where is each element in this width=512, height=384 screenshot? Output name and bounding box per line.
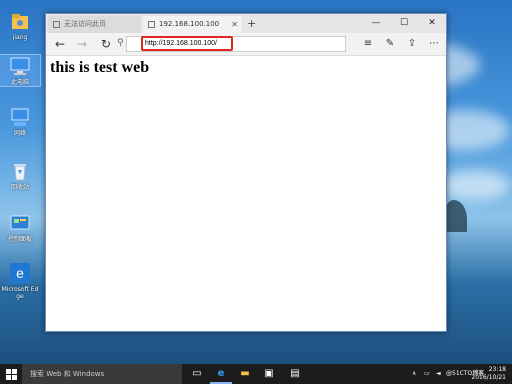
edge-icon: e — [9, 262, 31, 284]
svg-text:e: e — [16, 265, 24, 281]
desktop-icon-label: 此电脑 — [10, 79, 29, 86]
tab-label: 192.168.100.100 — [159, 20, 220, 28]
close-button[interactable]: ✕ — [418, 14, 446, 33]
page-heading: this is test web — [50, 59, 150, 76]
tab-error-page[interactable]: 无法访问此页 — [48, 16, 141, 33]
windows-logo-icon — [6, 369, 11, 374]
file-explorer-icon[interactable]: ▬ — [234, 364, 256, 384]
new-tab-button[interactable]: + — [247, 14, 256, 33]
user-folder-icon — [9, 10, 31, 32]
back-button[interactable]: ← — [50, 33, 70, 55]
network-icon — [9, 106, 31, 128]
desktop-icon-recycle-bin[interactable]: 回收站 — [0, 160, 40, 191]
search-label: 搜索 Web 和 Windows — [30, 370, 105, 378]
volume-icon[interactable]: ◄ — [436, 364, 441, 384]
desktop-icon-label: jiang — [12, 34, 28, 41]
url-input[interactable]: http://192.168.100.100/ — [141, 36, 233, 51]
desktop-icon-network[interactable]: 网络 — [0, 106, 40, 137]
refresh-button[interactable]: ↻ — [96, 33, 116, 55]
system-clock[interactable]: 23:18 2016/10/21 — [466, 366, 506, 382]
terminal-icon[interactable]: ▤ — [284, 364, 306, 384]
more-button[interactable]: ⋯ — [424, 33, 444, 55]
close-tab-icon[interactable]: ✕ — [231, 16, 238, 33]
page-icon — [148, 21, 155, 28]
clock-date: 2016/10/21 — [471, 374, 506, 381]
desktop-icon-control-panel[interactable]: 控制面板 — [0, 212, 40, 243]
control-panel-icon — [9, 212, 31, 234]
tab-label: 无法访问此页 — [64, 20, 106, 28]
desktop-icon-label: 网络 — [13, 130, 26, 137]
tab-current[interactable]: 192.168.100.100 ✕ — [143, 16, 242, 33]
computer-icon — [9, 55, 31, 77]
desktop-icon-label: 回收站 — [10, 184, 29, 191]
page-content: this is test web — [46, 56, 446, 331]
recycle-bin-icon — [9, 160, 31, 182]
edge-taskbar-icon[interactable]: e — [210, 364, 232, 384]
browser-window: 无法访问此页 192.168.100.100 ✕ + — ☐ ✕ ← → ↻ ⚲… — [45, 13, 447, 332]
desktop-icon-user-folder[interactable]: jiang — [0, 10, 40, 41]
tab-bar: 无法访问此页 192.168.100.100 ✕ + — ☐ ✕ — [46, 14, 446, 33]
task-view-icon[interactable]: ▭ — [186, 364, 208, 384]
desktop-icon-label: Microsoft Edge — [1, 286, 39, 300]
desktop-icon-edge[interactable]: e Microsoft Edge — [0, 262, 40, 300]
taskbar: 搜索 Web 和 Windows ▭ e ▬ ▣ ▤ ∧ ▭ ◄ @51CTO博… — [0, 364, 512, 384]
maximize-button[interactable]: ☐ — [390, 14, 418, 33]
address-bar[interactable]: ⚲ http://192.168.100.100/ — [117, 36, 346, 52]
forward-button[interactable]: → — [72, 33, 92, 55]
network-tray-icon[interactable]: ▭ — [424, 364, 430, 384]
web-note-button[interactable]: ✎ — [380, 33, 400, 55]
minimize-button[interactable]: — — [362, 14, 390, 33]
start-button[interactable] — [0, 364, 22, 384]
store-icon[interactable]: ▣ — [258, 364, 280, 384]
desktop-icon-this-pc[interactable]: 此电脑 — [0, 54, 41, 87]
share-button[interactable]: ⇪ — [402, 33, 422, 55]
hub-button[interactable]: ≡ — [358, 33, 378, 55]
navigation-bar: ← → ↻ ⚲ http://192.168.100.100/ ≡ ✎ ⇪ ⋯ — [46, 33, 446, 56]
taskbar-search-box[interactable]: 搜索 Web 和 Windows — [22, 364, 182, 384]
desktop-icon-label: 控制面板 — [7, 236, 32, 243]
page-icon — [53, 21, 60, 28]
tray-expand-icon[interactable]: ∧ — [412, 364, 416, 384]
clock-time: 23:18 — [488, 366, 506, 373]
search-icon: ⚲ — [117, 38, 124, 48]
